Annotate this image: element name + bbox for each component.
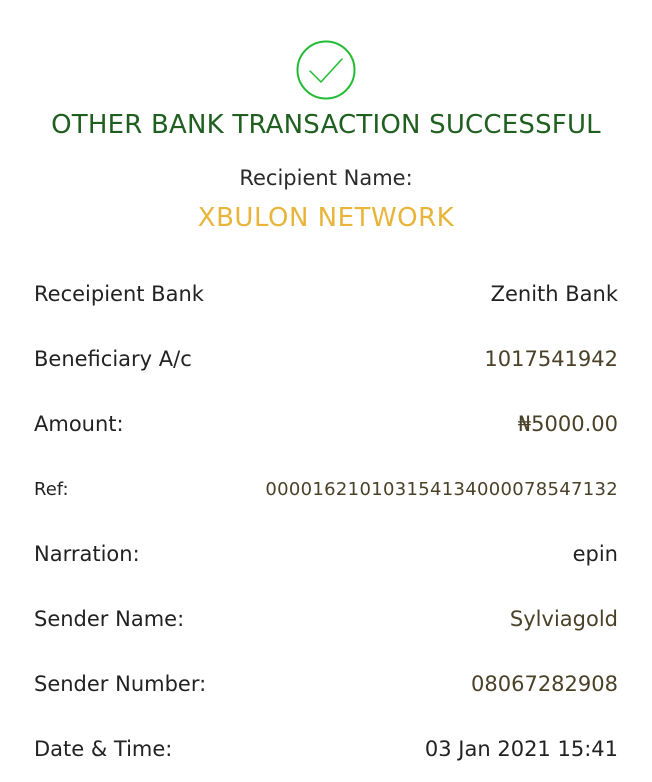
transaction-details: Receipient Bank Zenith Bank Beneficiary … (34, 262, 618, 782)
recipient-name-label: Recipient Name: (239, 166, 413, 190)
detail-row-sender-number: Sender Number: 08067282908 (34, 652, 618, 717)
detail-row-recipient-bank: Receipient Bank Zenith Bank (34, 262, 618, 327)
status-title: OTHER BANK TRANSACTION SUCCESSFUL (51, 110, 601, 140)
detail-value: 03 Jan 2021 15:41 (424, 737, 618, 761)
detail-value: 000016210103154134000078547132 (265, 479, 618, 500)
check-circle-icon (296, 40, 356, 100)
detail-label: Sender Name: (34, 607, 185, 631)
detail-row-narration: Narration: epin (34, 522, 618, 587)
detail-value: 08067282908 (471, 672, 618, 696)
detail-value: epin (572, 542, 618, 566)
detail-label: Receipient Bank (34, 282, 204, 306)
detail-row-date-time: Date & Time: 03 Jan 2021 15:41 (34, 717, 618, 782)
detail-row-reference: Ref: 000016210103154134000078547132 (34, 457, 618, 522)
detail-label: Amount: (34, 412, 124, 436)
detail-row-sender-name: Sender Name: Sylviagold (34, 587, 618, 652)
detail-label: Date & Time: (34, 737, 173, 761)
detail-value: 1017541942 (484, 347, 618, 371)
detail-value: Zenith Bank (490, 282, 618, 306)
detail-row-amount: Amount: ₦5000.00 (34, 392, 618, 457)
detail-label: Sender Number: (34, 672, 207, 696)
recipient-name-value: XBULON NETWORK (197, 203, 455, 233)
detail-value: ₦5000.00 (517, 412, 618, 436)
detail-label: Ref: (34, 479, 69, 500)
transaction-receipt: OTHER BANK TRANSACTION SUCCESSFUL Recipi… (0, 0, 652, 782)
detail-value: Sylviagold (509, 607, 618, 631)
detail-row-beneficiary-account: Beneficiary A/c 1017541942 (34, 327, 618, 392)
detail-label: Beneficiary A/c (34, 347, 192, 371)
detail-label: Narration: (34, 542, 140, 566)
